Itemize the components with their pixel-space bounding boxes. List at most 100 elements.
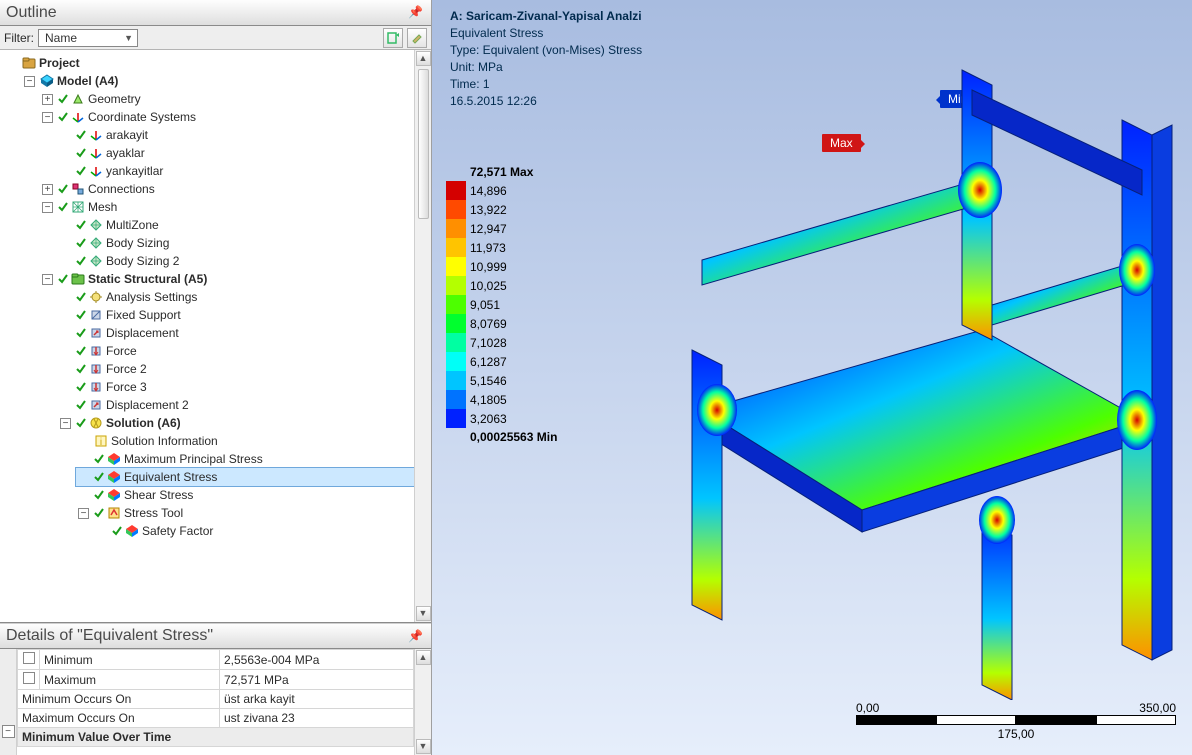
tree-fixed-support[interactable]: Fixed Support: [106, 306, 181, 324]
legend-swatch: [446, 314, 466, 333]
collapse-icon[interactable]: −: [42, 112, 53, 123]
tree-geometry[interactable]: Geometry: [88, 90, 141, 108]
check-icon: [75, 163, 87, 179]
check-icon: [75, 325, 87, 341]
legend-item: 6,1287: [446, 352, 557, 371]
result-date: 16.5.2015 12:26: [450, 93, 642, 110]
tree-displacement2[interactable]: Displacement 2: [106, 396, 189, 414]
tree-shear[interactable]: Shear Stress: [124, 486, 193, 504]
check-icon: [75, 307, 87, 323]
tree-force[interactable]: Force: [106, 342, 137, 360]
scroll-up-icon[interactable]: ▲: [416, 51, 431, 66]
details-key: Minimum Occurs On: [22, 692, 131, 706]
legend-value: 14,896: [470, 184, 507, 198]
tree-mesh-item[interactable]: Body Sizing 2: [106, 252, 179, 270]
scale-bar: 0,00 x 350,00 175,00: [856, 701, 1176, 741]
collapse-icon[interactable]: −: [60, 418, 71, 429]
scroll-thumb[interactable]: [418, 69, 429, 219]
collapse-icon[interactable]: −: [78, 508, 89, 519]
scroll-down-icon[interactable]: ▼: [416, 606, 431, 621]
check-icon: [93, 469, 105, 485]
checkbox[interactable]: [23, 652, 35, 664]
refresh-filter-button[interactable]: [383, 28, 403, 48]
legend-swatch: [446, 238, 466, 257]
tree-connections[interactable]: Connections: [88, 180, 155, 198]
legend-item: 13,922: [446, 200, 557, 219]
scroll-down-icon[interactable]: ▼: [416, 739, 431, 754]
details-key: Minimum: [44, 653, 93, 667]
tree-analysis-settings[interactable]: Analysis Settings: [106, 288, 197, 306]
tree-force3[interactable]: Force 3: [106, 378, 147, 396]
result-header-text: A: Saricam-Zivanal-Yapisal Analzi Equiva…: [450, 8, 642, 110]
check-icon: [75, 289, 87, 305]
collapse-icon[interactable]: −: [42, 202, 53, 213]
tree-solution-info[interactable]: Solution Information: [111, 432, 218, 450]
details-scrollbar[interactable]: ▲ ▼: [414, 649, 431, 755]
force-icon: [88, 361, 104, 377]
check-icon: [75, 379, 87, 395]
min-probe-tag[interactable]: Min: [940, 90, 975, 108]
tree-model[interactable]: Model (A4): [57, 72, 118, 90]
details-key: Maximum Occurs On: [22, 711, 135, 725]
refresh-icon: [386, 31, 400, 45]
legend-swatch: [446, 409, 466, 428]
details-row-minimum[interactable]: Minimum 2,5563e-004 MPa: [18, 650, 414, 670]
result-cube-icon: [106, 487, 122, 503]
tree-safety-factor[interactable]: Safety Factor: [142, 522, 213, 540]
details-row-max-occurs[interactable]: Maximum Occurs On ust zivana 23: [18, 709, 414, 728]
expand-icon[interactable]: +: [42, 184, 53, 195]
displacement-icon: [88, 397, 104, 413]
outline-tree[interactable]: Project − Model (A4): [0, 50, 431, 623]
legend-item: 10,025: [446, 276, 557, 295]
static-structural-icon: [70, 271, 86, 287]
collapse-icon[interactable]: −: [2, 725, 15, 738]
clear-filter-button[interactable]: [407, 28, 427, 48]
tree-max-princ[interactable]: Maximum Principal Stress: [124, 450, 263, 468]
expand-icon[interactable]: +: [42, 94, 53, 105]
pin-icon[interactable]: 📌: [408, 5, 423, 19]
graphics-viewport[interactable]: A: Saricam-Zivanal-Yapisal Analzi Equiva…: [432, 0, 1192, 755]
check-icon: [75, 361, 87, 377]
tree-mesh[interactable]: Mesh: [88, 198, 117, 216]
tree-coord-item[interactable]: arakayit: [106, 126, 148, 144]
filter-label: Filter:: [4, 31, 34, 45]
pin-icon[interactable]: 📌: [408, 629, 423, 643]
scale-left: 0,00: [856, 701, 879, 715]
tree-mesh-item[interactable]: MultiZone: [106, 216, 159, 234]
tree-displacement[interactable]: Displacement: [106, 324, 179, 342]
legend-swatch: [446, 181, 466, 200]
tree-coord-item[interactable]: yankayitlar: [106, 162, 163, 180]
check-icon: [75, 217, 87, 233]
mesh-item-icon: [88, 253, 104, 269]
tree-coord-item[interactable]: ayaklar: [106, 144, 145, 162]
details-title-text: Details of "Equivalent Stress": [6, 627, 213, 645]
tree-coord[interactable]: Coordinate Systems: [88, 108, 196, 126]
chevron-down-icon: ▼: [124, 33, 133, 43]
collapse-icon[interactable]: −: [42, 274, 53, 285]
collapse-icon[interactable]: −: [24, 76, 35, 87]
checkbox[interactable]: [23, 672, 35, 684]
tree-scrollbar[interactable]: ▲ ▼: [414, 50, 431, 622]
result-name: Equivalent Stress: [450, 25, 642, 42]
result-title: A: Saricam-Zivanal-Yapisal Analzi: [450, 8, 642, 25]
tree-mesh-item[interactable]: Body Sizing: [106, 234, 169, 252]
details-row-min-occurs[interactable]: Minimum Occurs On üst arka kayit: [18, 690, 414, 709]
legend-value: 8,0769: [470, 317, 507, 331]
connections-icon: [70, 181, 86, 197]
tree-project[interactable]: Project: [39, 54, 80, 72]
tree-force2[interactable]: Force 2: [106, 360, 147, 378]
scroll-up-icon[interactable]: ▲: [416, 650, 431, 665]
tree-stress-tool[interactable]: Stress Tool: [124, 504, 183, 522]
toggle-placeholder: [6, 58, 17, 69]
tree-static[interactable]: Static Structural (A5): [88, 270, 207, 288]
legend-item: 14,896: [446, 181, 557, 200]
tree-solution[interactable]: Solution (A6): [106, 414, 181, 432]
details-section-header[interactable]: Minimum Value Over Time: [18, 728, 414, 747]
legend-item: 11,973: [446, 238, 557, 257]
check-icon: [75, 145, 87, 161]
filter-field-select[interactable]: Name ▼: [38, 29, 138, 47]
tree-equiv-stress[interactable]: Equivalent Stress: [124, 468, 217, 486]
result-cube-icon: [106, 469, 122, 485]
details-row-maximum[interactable]: Maximum 72,571 MPa: [18, 670, 414, 690]
max-probe-tag[interactable]: Max: [822, 134, 861, 152]
